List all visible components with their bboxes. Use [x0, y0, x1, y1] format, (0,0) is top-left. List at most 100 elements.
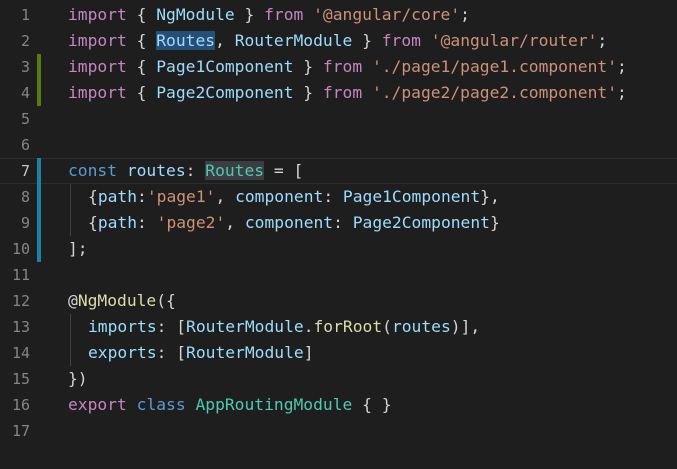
from-keyword: from: [322, 57, 363, 76]
punctuation: ,: [215, 187, 236, 206]
punctuation: { }: [352, 395, 392, 414]
line-number[interactable]: 3: [0, 54, 30, 80]
punctuation: }: [293, 57, 323, 76]
punctuation: : [: [156, 317, 187, 336]
indent-guide: [70, 210, 71, 236]
line-number[interactable]: 9: [0, 210, 30, 236]
class-reference: RouterModule: [186, 343, 304, 362]
from-keyword: from: [264, 5, 304, 24]
code-line-9[interactable]: 9 {path: 'page2', component: Page2Compon…: [0, 210, 677, 236]
diff-modified-marker[interactable]: [37, 184, 41, 210]
variable-name: routes: [126, 161, 186, 180]
export-keyword: export: [68, 395, 127, 414]
code-editor[interactable]: 1 import { NgModule } from '@angular/cor…: [0, 0, 677, 469]
punctuation: ,: [225, 213, 245, 232]
code-line-5[interactable]: 5: [0, 106, 677, 132]
property-key: path: [97, 187, 138, 206]
decorator-name: NgModule: [77, 291, 157, 310]
import-name: RouterModule: [234, 31, 353, 50]
code-line-14[interactable]: 14 exports: [RouterModule]: [0, 340, 677, 366]
code-line-16[interactable]: 16 export class AppRoutingModule { }: [0, 392, 677, 418]
const-keyword: const: [68, 161, 118, 180]
code-line-12[interactable]: 12 @NgModule({: [0, 288, 677, 314]
line-number[interactable]: 12: [0, 288, 30, 314]
punctuation: }: [234, 5, 265, 24]
punctuation: :: [323, 187, 343, 206]
line-number[interactable]: 2: [0, 28, 30, 54]
identifier-value: Page1Component: [342, 187, 481, 206]
module-path: './page2/page2.component': [371, 83, 617, 102]
code-text[interactable]: import { Routes, RouterModule } from '@a…: [68, 28, 607, 54]
import-name: NgModule: [156, 5, 235, 24]
code-text[interactable]: import { Page2Component } from './page2/…: [68, 80, 627, 106]
punctuation: {: [126, 31, 157, 50]
punctuation: {: [88, 213, 98, 232]
from-keyword: from: [381, 31, 421, 50]
code-text[interactable]: const routes: Routes = [: [68, 159, 303, 183]
punctuation: {: [126, 5, 157, 24]
line-number[interactable]: 13: [0, 314, 30, 340]
punctuation: )],: [450, 317, 481, 336]
code-line-15[interactable]: 15 }): [0, 366, 677, 392]
code-line-1[interactable]: 1 import { NgModule } from '@angular/cor…: [0, 2, 677, 28]
code-text[interactable]: import { NgModule } from '@angular/core'…: [68, 2, 470, 28]
punctuation: :: [137, 213, 157, 232]
punctuation: .: [303, 317, 314, 336]
code-text[interactable]: {path: 'page2', component: Page2Componen…: [88, 210, 500, 236]
indent-guide: [70, 184, 71, 210]
diff-modified-marker[interactable]: [37, 236, 41, 262]
line-number[interactable]: 1: [0, 2, 30, 28]
import-keyword: import: [68, 57, 127, 76]
diff-modified-marker[interactable]: [37, 158, 41, 184]
punctuation: }: [489, 213, 500, 232]
line-number[interactable]: 16: [0, 392, 30, 418]
line-number[interactable]: 11: [0, 262, 30, 288]
code-text[interactable]: @NgModule({: [68, 288, 176, 314]
code-line-13[interactable]: 13 imports: [RouterModule.forRoot(routes…: [0, 314, 677, 340]
code-line-4[interactable]: 4 import { Page2Component } from './page…: [0, 80, 677, 106]
line-number[interactable]: 17: [0, 418, 30, 444]
decorator-at: @: [68, 291, 78, 310]
diff-added-marker[interactable]: [37, 54, 41, 80]
diff-modified-marker[interactable]: [37, 210, 41, 236]
punctuation: }: [293, 83, 323, 102]
code-text[interactable]: imports: [RouterModule.forRoot(routes)],: [88, 314, 480, 340]
code-text[interactable]: export class AppRoutingModule { }: [68, 392, 392, 418]
selected-identifier: Routes: [156, 31, 216, 50]
line-number[interactable]: 15: [0, 366, 30, 392]
code-line-6[interactable]: 6: [0, 132, 677, 158]
code-text[interactable]: {path:'page1', component: Page1Component…: [88, 184, 500, 210]
semicolon: ;: [617, 83, 627, 102]
identifier-value: Page2Component: [352, 213, 490, 232]
code-text[interactable]: }): [68, 366, 88, 392]
code-line-3[interactable]: 3 import { Page1Component } from './page…: [0, 54, 677, 80]
code-line-17[interactable]: 17: [0, 418, 677, 444]
line-number[interactable]: 4: [0, 80, 30, 106]
line-number[interactable]: 8: [0, 184, 30, 210]
line-number[interactable]: 10: [0, 236, 30, 262]
line-number[interactable]: 14: [0, 340, 30, 366]
line-number[interactable]: 6: [0, 132, 30, 158]
code-text[interactable]: import { Page1Component } from './page1/…: [68, 54, 627, 80]
module-path: '@angular/core': [313, 5, 461, 24]
code-line-2[interactable]: 2 import { Routes, RouterModule } from '…: [0, 28, 677, 54]
code-text[interactable]: ];: [68, 236, 88, 262]
punctuation: {: [126, 83, 157, 102]
code-line-7[interactable]: 7 const routes: Routes = [: [0, 158, 677, 184]
punctuation: = [: [264, 161, 304, 180]
diff-added-marker[interactable]: [37, 80, 41, 106]
code-text[interactable]: exports: [RouterModule]: [88, 340, 314, 366]
code-line-10[interactable]: 10 ];: [0, 236, 677, 262]
line-number[interactable]: 7: [0, 159, 30, 183]
code-line-11[interactable]: 11: [0, 262, 677, 288]
code-line-8[interactable]: 8 {path:'page1', component: Page1Compone…: [0, 184, 677, 210]
punctuation: :: [137, 187, 147, 206]
line-number[interactable]: 5: [0, 106, 30, 132]
type-annotation: Routes: [205, 161, 265, 180]
indent-guide: [70, 314, 71, 340]
punctuation: ,: [215, 31, 235, 50]
